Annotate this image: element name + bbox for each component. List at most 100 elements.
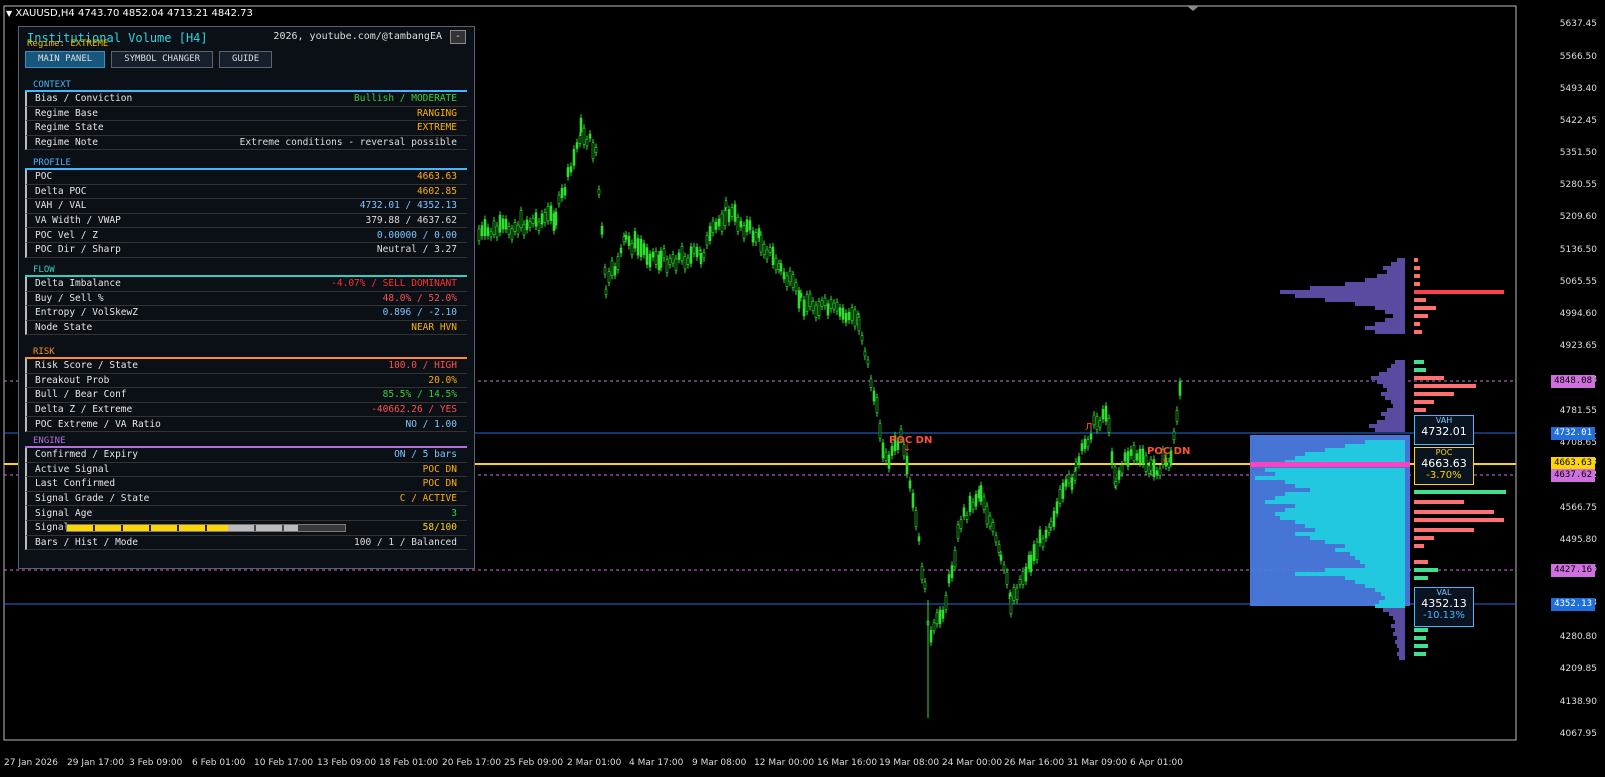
profile-bar-left (1393, 404, 1405, 408)
price-tick: 5422.45 (1559, 116, 1597, 126)
tab-symbol-changer[interactable]: SYMBOL CHANGER (111, 51, 214, 68)
profile-bar-left (1371, 376, 1405, 380)
candle-body (627, 235, 631, 246)
candle-body (1086, 439, 1090, 448)
time-tick: 27 Jan 2026 (4, 758, 58, 768)
profile-bar-right (1414, 652, 1426, 656)
candle-body (510, 228, 514, 240)
row-label: POC Extreme / VA Ratio (35, 418, 161, 430)
candle-body (950, 565, 954, 578)
panel-row: Bias / Conviction Bullish / MODERATE (25, 92, 467, 107)
dropdown-triangle-icon[interactable]: ▼ (6, 9, 12, 18)
profile-bar-left (1275, 512, 1405, 516)
time-tick: 10 Feb 17:00 (254, 758, 314, 768)
candle-body (699, 252, 703, 264)
candle-body (597, 189, 601, 195)
profile-bar-left (1399, 656, 1405, 660)
profile-bar-left (1305, 452, 1405, 456)
time-tick: 25 Feb 09:00 (504, 758, 564, 768)
minimize-button[interactable]: - (450, 30, 466, 44)
panel-row: Signal 58/100 (25, 520, 467, 536)
candle-body (624, 234, 628, 240)
candle-body (748, 220, 752, 231)
profile-bar-left (1310, 536, 1405, 540)
pattern-marker: Л (1085, 422, 1093, 433)
row-label: Confirmed / Expiry (35, 449, 138, 461)
candle-body (1092, 414, 1096, 426)
section-header: ENGINE (25, 435, 467, 448)
candle-body (569, 166, 573, 173)
panel-row: Risk Score / State 100.0 / HIGH (25, 359, 467, 374)
panel-row: Active Signal POC DN (25, 462, 467, 478)
candle-body (847, 311, 851, 320)
profile-bar-right (1414, 644, 1428, 648)
time-tick: 18 Feb 01:00 (379, 758, 439, 768)
profile-bar-left (1255, 476, 1405, 480)
candle-body (754, 232, 758, 243)
profile-bar-left (1397, 652, 1405, 656)
candle-body (1138, 448, 1142, 464)
candle-body (974, 494, 978, 507)
indicator-panel[interactable]: Institutional Volume [H4] Regime: EXTREM… (18, 26, 475, 569)
row-value: 0.896 / -2.10 (382, 307, 457, 319)
candle-body (1073, 470, 1077, 481)
row-value: POC DN (422, 478, 457, 490)
time-tick: 20 Feb 17:00 (442, 758, 502, 768)
row-value: NO / 1.00 (405, 418, 457, 430)
candle-body (546, 206, 550, 222)
row-value: 379.88 / 4637.62 (365, 215, 457, 227)
candle-body (604, 288, 608, 295)
tab-main-panel[interactable]: MAIN PANEL (25, 51, 106, 68)
section-header: PROFILE (25, 157, 467, 170)
panel-row: Bars / Hist / Mode 100 / 1 / Balanced (25, 535, 467, 551)
candle-body (905, 455, 909, 475)
candle-body (1044, 529, 1048, 539)
profile-bar-left (1393, 314, 1405, 318)
row-label: Regime State (35, 122, 104, 134)
candle-body (1002, 564, 1006, 571)
profile-bar-left (1393, 632, 1405, 636)
candle-body (1129, 449, 1133, 456)
profile-bar-left (1285, 480, 1405, 484)
panel-row: Regime Note Extreme conditions - reversal… (25, 135, 467, 151)
candle-body (572, 148, 576, 166)
row-label: Signal Age (35, 507, 93, 519)
candle-body (1070, 477, 1074, 490)
profile-bar-right (1414, 568, 1438, 572)
time-tick: 26 Mar 16:00 (1004, 758, 1065, 768)
profile-bar-right (1414, 500, 1464, 504)
candle-body (1027, 555, 1031, 569)
time-tick: 24 Mar 00:00 (942, 758, 1003, 768)
candle-body (1141, 448, 1145, 465)
profile-bar-left (1381, 592, 1405, 596)
candle-body (668, 257, 672, 265)
candle-body (1080, 443, 1084, 451)
time-tick: 19 Mar 08:00 (879, 758, 940, 768)
candle-body (1058, 488, 1062, 504)
row-label: POC Dir / Sharp (35, 244, 121, 256)
row-label: POC (35, 171, 53, 183)
profile-bar-right (1414, 368, 1426, 372)
candle-body (1041, 538, 1045, 547)
time-tick: 16 Mar 16:00 (817, 758, 878, 768)
candle-body (808, 293, 812, 307)
candle-body (782, 271, 786, 280)
profile-bar-right (1414, 400, 1434, 404)
profile-bar-left (1365, 564, 1405, 568)
panel-row: Buy / Sell % 48.0% / 52.0% (25, 291, 467, 307)
profile-bar-left (1387, 270, 1405, 274)
profile-bar-left (1387, 368, 1405, 372)
profile-bar-right (1414, 392, 1454, 396)
profile-bar-left (1385, 396, 1405, 400)
time-tick: 29 Jan 17:00 (67, 758, 124, 768)
candle-body (483, 219, 487, 237)
candle-body (645, 247, 649, 265)
tab-guide[interactable]: GUIDE (219, 51, 273, 68)
profile-bar-right (1414, 384, 1476, 388)
candle-body (540, 213, 544, 225)
candle-body (1067, 474, 1071, 484)
row-value: 3 (451, 507, 457, 519)
candle-body (739, 220, 743, 228)
candle-body (579, 117, 583, 133)
panel-row: POC Vel / Z 0.00000 / 0.00 (25, 228, 467, 243)
